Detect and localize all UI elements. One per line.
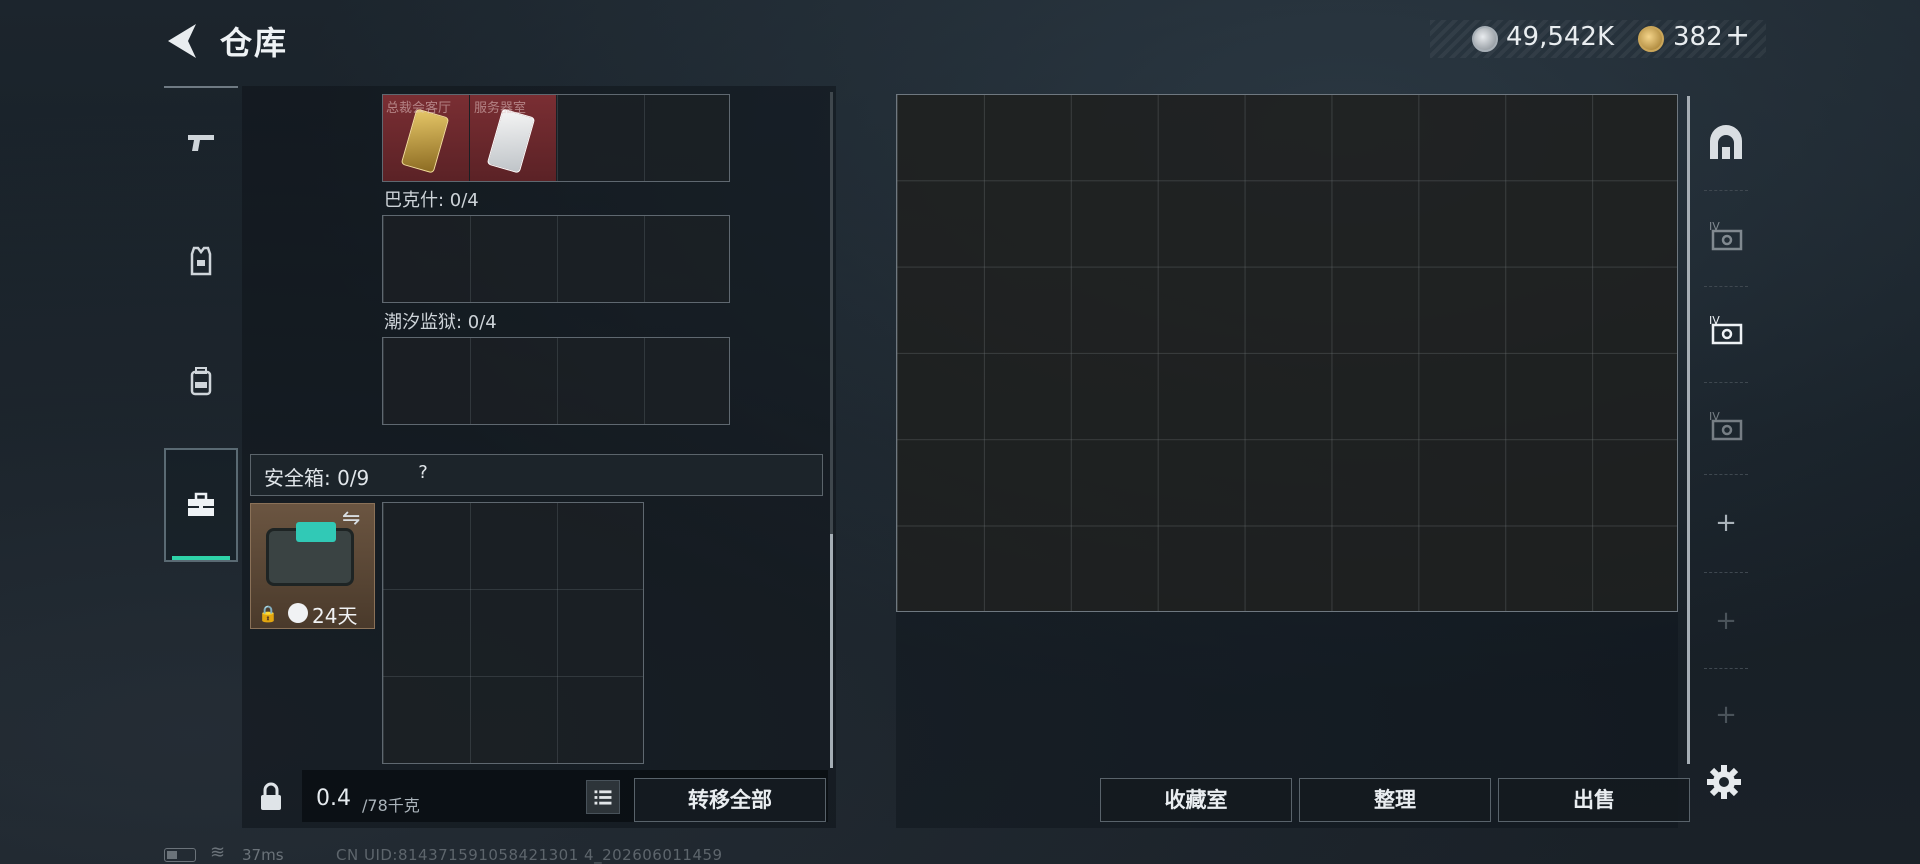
back-button[interactable] xyxy=(162,20,202,62)
category-tabs xyxy=(164,86,238,574)
tab-backpack[interactable] xyxy=(164,326,238,436)
collection-room-button[interactable]: 收藏室 xyxy=(1100,778,1292,822)
tab-armor[interactable] xyxy=(164,206,238,316)
gold-coin-icon xyxy=(1638,26,1664,52)
tab-safebox[interactable] xyxy=(164,448,238,562)
right-scrollbar-thumb[interactable] xyxy=(1687,96,1690,764)
transfer-all-button[interactable]: 转移全部 xyxy=(634,778,826,822)
storage-grid[interactable] xyxy=(896,94,1678,612)
storage-arch-icon xyxy=(1710,125,1742,159)
sell-button[interactable]: 出售 xyxy=(1498,778,1690,822)
tab-storage-4b[interactable]: IV xyxy=(1694,292,1758,372)
help-button[interactable]: ? xyxy=(410,460,436,486)
weight-capacity: /78千克 xyxy=(362,796,420,815)
active-tab-indicator xyxy=(172,556,230,560)
safebox-days-remaining: 24天 xyxy=(312,604,358,628)
swap-icon[interactable]: ⇋ xyxy=(342,506,360,531)
toolbox-icon xyxy=(188,492,214,516)
armor-vest-icon xyxy=(190,246,212,276)
storage-box-icon: IV xyxy=(1709,220,1743,251)
storage-box-icon: IV xyxy=(1709,410,1743,441)
wifi-icon: ≋ xyxy=(210,842,226,863)
weight-value: 0.4 xyxy=(316,786,351,811)
add-storage-button-locked: + xyxy=(1715,606,1737,636)
add-currency-button[interactable]: + xyxy=(1725,18,1750,53)
safebox-label: 安全箱: 0/9 xyxy=(264,466,370,490)
battery-level xyxy=(167,851,177,859)
add-storage-button-locked: + xyxy=(1715,700,1737,730)
ping-value: 37ms xyxy=(242,846,284,864)
keycard-tag: 服务器室 xyxy=(474,101,527,116)
clock-icon xyxy=(288,603,308,623)
tab-divider xyxy=(1704,286,1748,287)
list-view-button[interactable] xyxy=(586,780,620,814)
safebox-image-lid xyxy=(296,522,336,542)
silver-coin-icon xyxy=(1472,26,1498,52)
add-storage-button[interactable]: + xyxy=(1708,508,1744,538)
tab-divider xyxy=(1704,572,1748,573)
safebox-grid[interactable] xyxy=(382,502,644,764)
tab-divider xyxy=(1704,190,1748,191)
silver-amount: 49,542K xyxy=(1506,22,1615,52)
left-scrollbar-thumb[interactable] xyxy=(830,534,833,768)
tab-all-storage[interactable] xyxy=(1694,104,1758,184)
lock-button[interactable] xyxy=(254,780,288,814)
tab-divider xyxy=(1704,382,1748,383)
keycard-grid-tide-prison[interactable] xyxy=(382,337,730,425)
gear-icon xyxy=(1707,765,1741,799)
storage-box-icon: IV xyxy=(1709,314,1743,345)
settings-button[interactable] xyxy=(1704,762,1744,802)
tab-storage-4c[interactable]: IV xyxy=(1694,388,1758,468)
organize-button[interactable]: 整理 xyxy=(1299,778,1491,822)
tab-storage-4a[interactable]: IV xyxy=(1694,198,1758,278)
back-arrow-icon xyxy=(168,24,196,58)
gold-amount: 382 xyxy=(1673,22,1723,52)
tab-weapons[interactable] xyxy=(164,86,238,196)
tab-divider xyxy=(1704,668,1748,669)
keycard-tag: 总裁会客厅 xyxy=(386,101,452,116)
section-label-bakesh: 巴克什: 0/4 xyxy=(384,190,479,211)
section-label-tide-prison: 潮汐监狱: 0/4 xyxy=(384,312,497,333)
list-icon xyxy=(594,790,612,805)
lock-icon: 🔒 xyxy=(258,604,278,623)
tab-divider xyxy=(1704,474,1748,475)
backpack-icon xyxy=(190,367,212,396)
page-title: 仓库 xyxy=(220,24,289,62)
pistol-icon xyxy=(188,135,214,151)
keycard-grid-bakesh[interactable] xyxy=(382,215,730,303)
lock-icon xyxy=(261,782,281,810)
user-uid: CN UID:814371591058421301 4_202606011459 xyxy=(336,846,723,864)
